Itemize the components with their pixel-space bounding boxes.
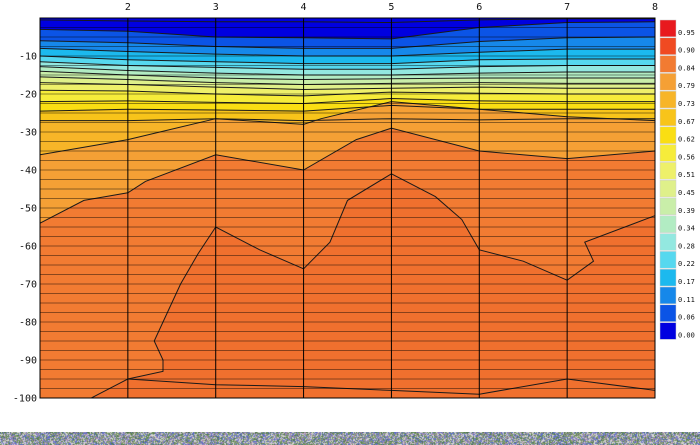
- colorbar-swatch: [659, 162, 677, 180]
- colorbar-label: 0.62: [678, 136, 695, 144]
- colorbar-swatch: [659, 268, 677, 287]
- colorbar-swatch: [659, 55, 677, 73]
- x-tick-label: 8: [652, 2, 658, 13]
- colorbar-swatch: [659, 108, 677, 127]
- y-tick-label: -100: [13, 394, 37, 405]
- y-tick-label: -60: [19, 242, 37, 253]
- colorbar-label: 0.67: [678, 118, 695, 126]
- colorbar-label: 0.22: [678, 260, 695, 268]
- x-tick-label: 7: [564, 2, 570, 13]
- colorbar-label: 0.39: [678, 207, 695, 215]
- y-tick-label: -50: [19, 204, 37, 215]
- y-tick-label: -80: [19, 318, 37, 329]
- colorbar-label: 0.34: [678, 225, 695, 233]
- y-tick-label: -70: [19, 280, 37, 291]
- colorbar-swatch: [659, 197, 677, 216]
- colorbar-swatch: [659, 144, 677, 162]
- grid: [40, 17, 656, 399]
- colorbar-swatch: [659, 179, 677, 198]
- x-tick-label: 6: [476, 2, 482, 13]
- colorbar-label: 0.06: [678, 314, 695, 322]
- colorbar-label: 0.90: [678, 47, 695, 55]
- colorbar-label: 0.00: [678, 331, 695, 339]
- x-tick-label: 2: [125, 2, 131, 13]
- colorbar-label: 0.17: [678, 278, 695, 286]
- x-tick-label: 5: [388, 2, 394, 13]
- y-tick-label: -30: [19, 128, 37, 139]
- colorbar-label: 0.73: [678, 100, 695, 108]
- y-tick-label: -10: [19, 52, 37, 63]
- colorbar-swatch: [659, 286, 677, 305]
- noise-strip: [0, 432, 700, 445]
- colorbar-label: 0.45: [678, 189, 695, 197]
- y-tick-label: -90: [19, 356, 37, 367]
- colorbar-swatch: [659, 215, 677, 233]
- colorbar-label: 0.95: [678, 29, 695, 37]
- colorbar-label: 0.79: [678, 82, 695, 90]
- colorbar-swatch: [659, 251, 677, 269]
- colorbar-label: 0.56: [678, 153, 695, 161]
- colorbar-swatch: [659, 19, 677, 38]
- colorbar-swatch: [659, 322, 677, 340]
- colorbar-label: 0.28: [678, 242, 695, 250]
- colorbar-label: 0.11: [678, 296, 695, 304]
- y-tick-label: -20: [19, 90, 37, 101]
- heatmap-chart: 2 3 4 5 6 7 8 -10 -20 -30 -40 -50 -60 -70 -80 -90 -100 0…: [0, 0, 700, 445]
- colorbar-swatch: [659, 73, 677, 91]
- x-tick-label: 4: [301, 2, 307, 13]
- colorbar-swatch: [659, 233, 677, 251]
- plot-area: [40, 18, 655, 398]
- colorbar-swatch: [659, 90, 677, 109]
- colorbar-label: 0.51: [678, 171, 695, 179]
- colorbar-swatch: [659, 126, 677, 144]
- y-tick-label: -40: [19, 166, 37, 177]
- colorbar-label: 0.84: [678, 64, 695, 72]
- colorbar-swatch: [659, 304, 677, 322]
- colorbar-swatch: [659, 37, 677, 55]
- x-tick-label: 3: [213, 2, 219, 13]
